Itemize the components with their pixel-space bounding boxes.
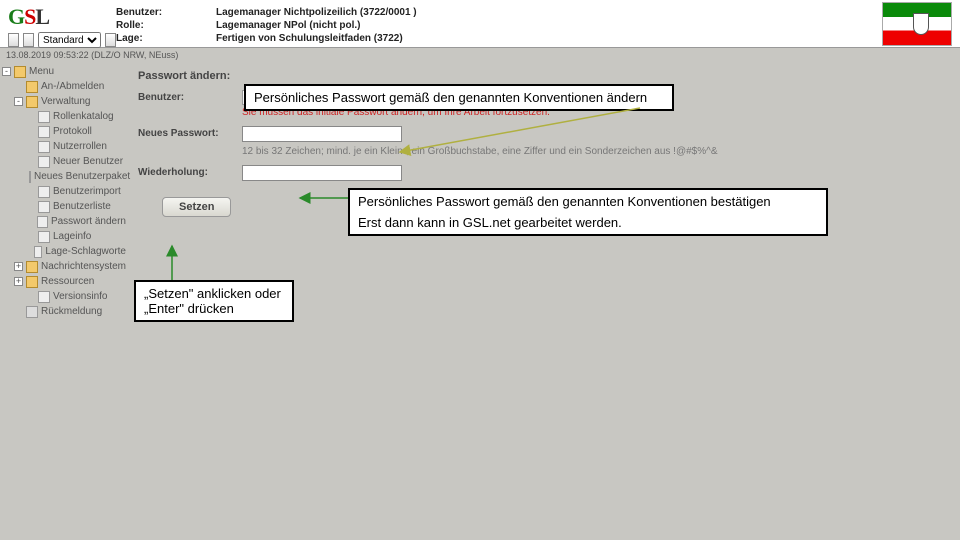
sidebar-item-label: Benutzerimport xyxy=(53,184,121,199)
tree-toggle-icon[interactable]: - xyxy=(2,67,11,76)
new-password-input[interactable] xyxy=(242,126,402,142)
sidebar-item-label: Rückmeldung xyxy=(41,304,102,319)
sidebar: - MenuAn-/Abmelden - VerwaltungRollenkatalo… xyxy=(0,60,128,323)
meta-labels: Benutzer: Rolle: Lage: xyxy=(116,2,216,45)
repeat-password-label: Wiederholung: xyxy=(138,165,242,178)
sidebar-item[interactable]: Protokoll xyxy=(2,124,126,139)
tree-toggle-icon[interactable]: - xyxy=(14,97,23,106)
folder-icon xyxy=(14,66,26,78)
header-btn-2[interactable] xyxy=(23,33,34,47)
tree-toggle-icon[interactable]: + xyxy=(14,262,23,271)
sidebar-item[interactable]: Lageinfo xyxy=(2,229,126,244)
folder-icon xyxy=(26,81,38,93)
document-icon xyxy=(34,246,42,258)
document-icon xyxy=(38,231,50,243)
app-logo: GSL xyxy=(4,2,116,30)
sidebar-item-label: Nutzerrollen xyxy=(53,139,107,154)
sidebar-item[interactable]: Nutzerrollen xyxy=(2,139,126,154)
sidebar-item[interactable]: - Menu xyxy=(2,64,126,79)
sidebar-item[interactable]: + Nachrichtensystem xyxy=(2,259,126,274)
document-icon xyxy=(38,291,50,303)
callout-change-pw: Persönliches Passwort gemäß den genannte… xyxy=(244,84,674,111)
document-icon xyxy=(26,306,38,318)
sidebar-item-label: Ressourcen xyxy=(41,274,94,289)
folder-icon xyxy=(26,261,38,273)
document-icon xyxy=(38,186,50,198)
sidebar-item[interactable]: Neues Benutzerpaket xyxy=(2,169,126,184)
user-label: Benutzer: xyxy=(138,90,242,103)
meta-values: Lagemanager Nichtpolizeilich (3722/0001 … xyxy=(216,2,882,45)
sidebar-item-label: Passwort ändern xyxy=(51,214,126,229)
sidebar-item-label: Neues Benutzerpaket xyxy=(34,169,130,184)
repeat-password-input[interactable] xyxy=(242,165,402,181)
sidebar-item[interactable]: + Ressourcen xyxy=(2,274,126,289)
header-btn-1[interactable] xyxy=(8,33,19,47)
sidebar-item-label: Neuer Benutzer xyxy=(53,154,123,169)
sidebar-item[interactable]: Lage-Schlagworte xyxy=(2,244,126,259)
sidebar-item[interactable]: Benutzerliste xyxy=(2,199,126,214)
sidebar-item-label: Menu xyxy=(29,64,54,79)
folder-icon xyxy=(26,276,38,288)
sidebar-item[interactable]: Passwort ändern xyxy=(2,214,126,229)
sidebar-item[interactable]: - Verwaltung xyxy=(2,94,126,109)
sidebar-item[interactable]: An-/Abmelden xyxy=(2,79,126,94)
sidebar-item-label: An-/Abmelden xyxy=(41,79,104,94)
document-icon xyxy=(29,171,31,183)
document-icon xyxy=(38,156,50,168)
sidebar-item-label: Rollenkatalog xyxy=(53,109,114,124)
document-icon xyxy=(38,111,50,123)
sidebar-item-label: Nachrichtensystem xyxy=(41,259,126,274)
sidebar-item-label: Lageinfo xyxy=(53,229,91,244)
header-btn-3[interactable] xyxy=(105,33,116,47)
sidebar-item-label: Versionsinfo xyxy=(53,289,107,304)
timestamp: 13.08.2019 09:53:22 (DLZ/O NRW, NEuss) xyxy=(0,48,960,60)
new-password-label: Neues Passwort: xyxy=(138,126,242,139)
callout-confirm-and-work: Persönliches Passwort gemäß den genannte… xyxy=(348,188,828,236)
document-icon xyxy=(38,141,50,153)
sidebar-item[interactable]: Benutzerimport xyxy=(2,184,126,199)
document-icon xyxy=(38,126,50,138)
sidebar-item-label: Protokoll xyxy=(53,124,92,139)
sidebar-item-label: Lage-Schlagworte xyxy=(45,244,126,259)
folder-icon xyxy=(26,96,38,108)
sidebar-item-label: Verwaltung xyxy=(41,94,90,109)
password-hint: 12 bis 32 Zeichen; mind. je ein Klein-, … xyxy=(242,146,742,157)
theme-select[interactable]: Standard xyxy=(38,32,101,48)
document-icon xyxy=(38,201,50,213)
sidebar-item[interactable]: Rückmeldung xyxy=(2,304,126,319)
sidebar-item-label: Benutzerliste xyxy=(53,199,111,214)
sidebar-item[interactable]: Versionsinfo xyxy=(2,289,126,304)
sidebar-item[interactable]: Rollenkatalog xyxy=(2,109,126,124)
callout-setzen: „Setzen" anklicken oder „Enter" drücken xyxy=(134,280,294,322)
submit-button[interactable]: Setzen xyxy=(162,197,231,217)
document-icon xyxy=(37,216,48,228)
sidebar-item[interactable]: Neuer Benutzer xyxy=(2,154,126,169)
tree-toggle-icon[interactable]: + xyxy=(14,277,23,286)
form-title: Passwort ändern: xyxy=(138,68,242,82)
nrw-flag xyxy=(882,2,952,46)
